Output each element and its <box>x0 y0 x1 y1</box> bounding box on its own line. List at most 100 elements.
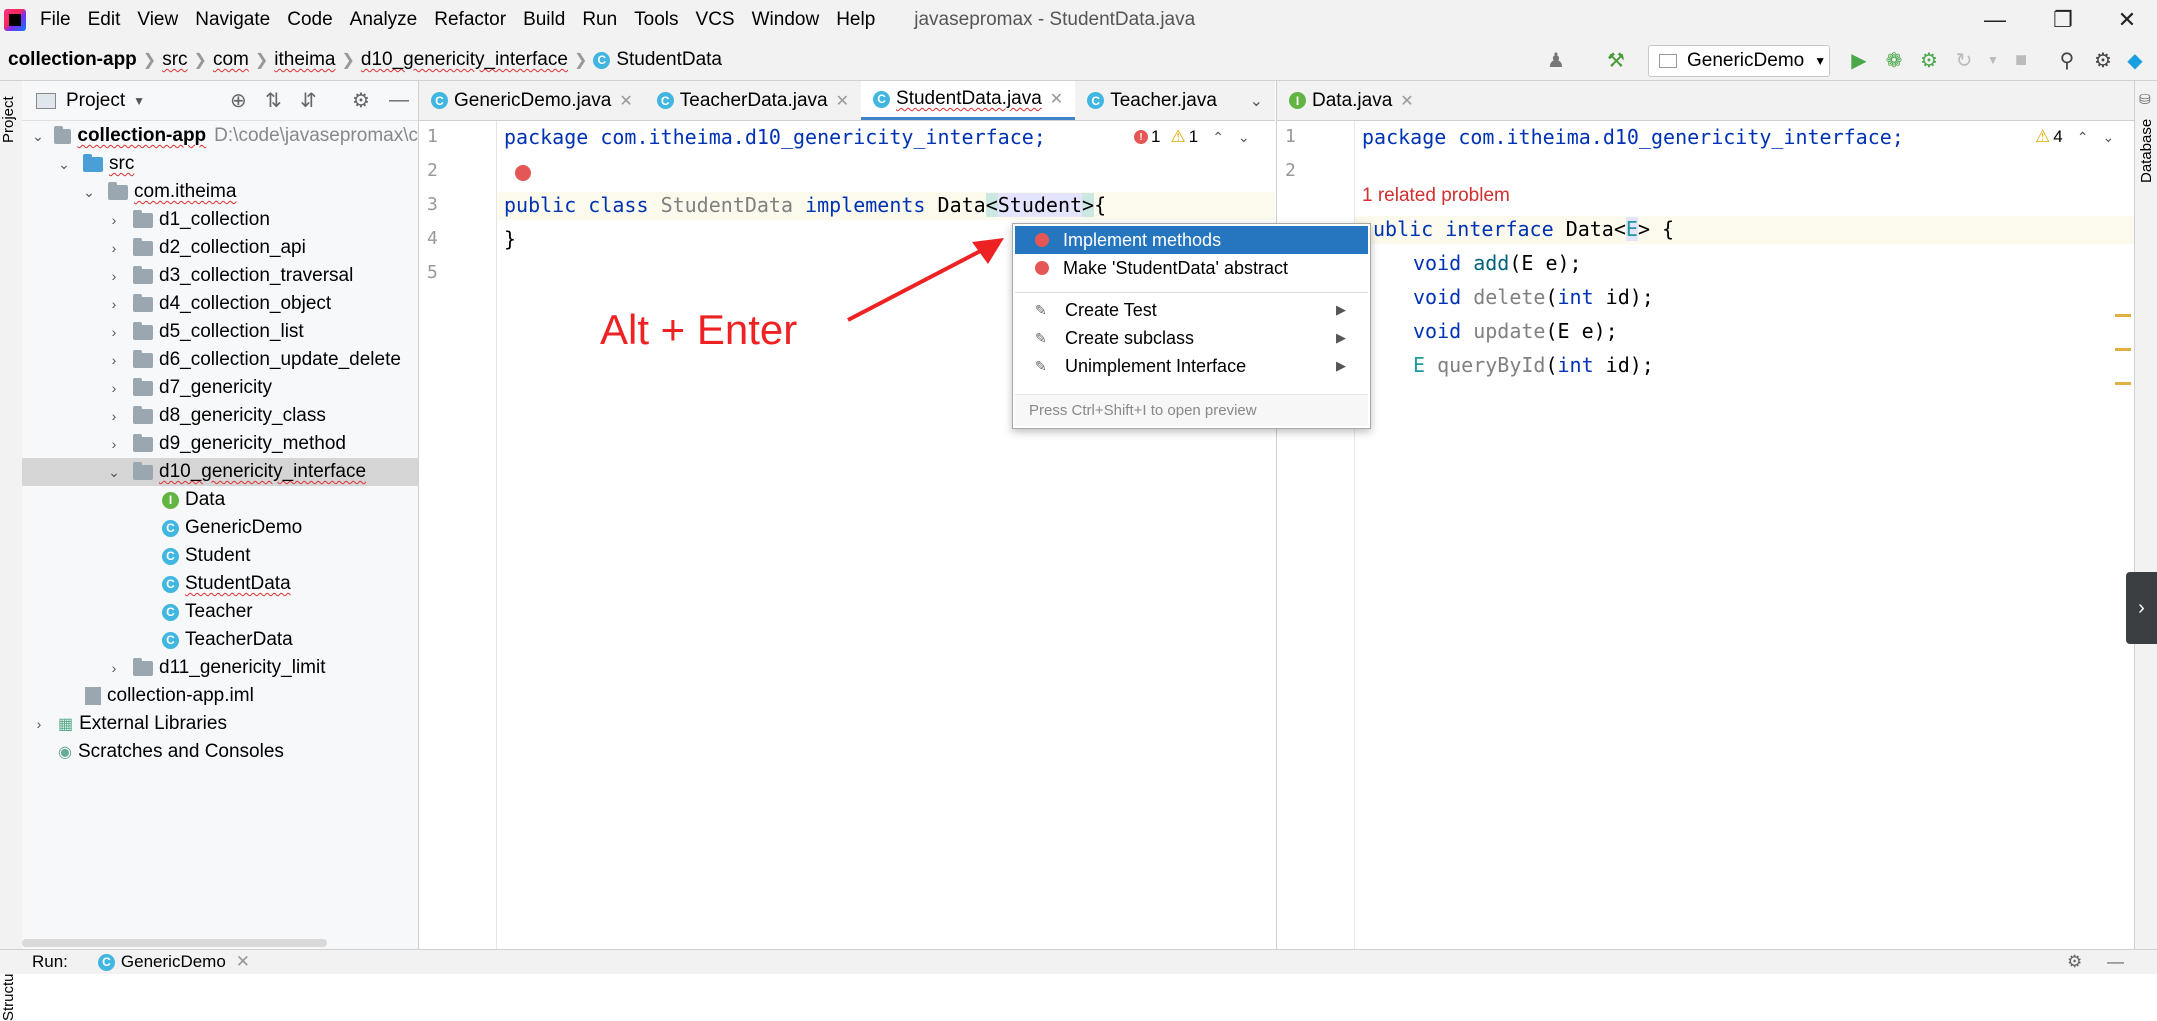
crumb-com[interactable]: com <box>213 49 249 71</box>
tree-item-iml[interactable]: collection-app.iml <box>22 682 418 710</box>
tab-data[interactable]: I Data.java ✕ <box>1277 81 1426 120</box>
chevron-down-icon[interactable]: ▼ <box>133 94 145 108</box>
tree-item-folder-selected[interactable]: ⌄ d10_genericity_interface <box>22 458 418 486</box>
menu-window[interactable]: Window <box>752 9 820 31</box>
stop-icon[interactable]: ■ <box>2010 49 2032 71</box>
menu-view[interactable]: View <box>137 9 178 31</box>
chevron-right-icon[interactable]: › <box>107 660 121 676</box>
tab-studentdata[interactable]: C StudentData.java ✕ <box>861 81 1076 120</box>
menu-run[interactable]: Run <box>582 9 617 31</box>
tab-teacher[interactable]: C Teacher.java <box>1075 81 1229 120</box>
warning-stripe[interactable] <box>2115 314 2131 317</box>
profile-icon[interactable]: ↻ <box>1953 49 1975 72</box>
tree-item-scratches[interactable]: ◉ Scratches and Consoles <box>22 738 418 766</box>
chevron-down-icon[interactable]: ▼ <box>1982 49 2004 71</box>
tree-item-file[interactable]: C TeacherData <box>22 626 418 654</box>
horizontal-scrollbar[interactable] <box>22 939 327 947</box>
tree-item-folder[interactable]: › d3_collection_traversal <box>22 262 418 290</box>
tree-item-file[interactable]: C StudentData <box>22 570 418 598</box>
menu-code[interactable]: Code <box>287 9 332 31</box>
action-create-test[interactable]: ✎ Create Test ▶ <box>1015 296 1368 324</box>
gear-icon[interactable]: ⚙ <box>2092 49 2114 72</box>
menu-navigate[interactable]: Navigate <box>195 9 270 31</box>
menu-analyze[interactable]: Analyze <box>350 9 418 31</box>
hide-icon[interactable]: — <box>389 89 409 112</box>
chevron-down-icon[interactable]: ⌄ <box>82 184 96 200</box>
project-tool-tab[interactable]: Project <box>0 96 17 143</box>
tree-item-folder[interactable]: › d11_genericity_limit <box>22 654 418 682</box>
chevron-right-icon[interactable]: › <box>107 380 121 396</box>
close-icon[interactable]: ✕ <box>619 91 632 111</box>
collapse-all-icon[interactable]: ⇵ <box>300 88 317 113</box>
tree-item-file[interactable]: I Data <box>22 486 418 514</box>
tree-item-package[interactable]: ⌄ com.itheima <box>22 178 418 206</box>
chevron-up-icon[interactable]: ⌃ <box>2077 129 2089 146</box>
menu-help[interactable]: Help <box>836 9 875 31</box>
related-problem-label[interactable]: 1 related problem <box>1362 185 1510 207</box>
chevron-down-icon[interactable]: ⌄ <box>32 128 44 144</box>
tree-item-folder[interactable]: › d4_collection_object <box>22 290 418 318</box>
tree-item-folder[interactable]: › d7_genericity <box>22 374 418 402</box>
chevron-down-icon[interactable]: ⌄ <box>1238 129 1250 146</box>
tree-item-folder[interactable]: › d2_collection_api <box>22 234 418 262</box>
editor-right[interactable]: 1 2 package com.itheima.d10_genericity_i… <box>1276 121 2134 949</box>
run-config-selector[interactable]: GenericDemo ▼ <box>1648 45 1830 77</box>
tree-item-folder[interactable]: › d6_collection_update_delete <box>22 346 418 374</box>
error-bulb-icon[interactable] <box>515 165 531 181</box>
tab-genericdemo[interactable]: C GenericDemo.java ✕ <box>419 81 645 120</box>
chevron-right-icon[interactable]: › <box>107 408 121 424</box>
chevron-right-icon[interactable]: › <box>107 268 121 284</box>
tree-item-file[interactable]: C Student <box>22 542 418 570</box>
run-icon[interactable]: ▶ <box>1848 49 1870 72</box>
action-make-abstract[interactable]: Make 'StudentData' abstract <box>1015 254 1368 282</box>
warning-stripe[interactable] <box>2115 348 2131 351</box>
crumb-itheima[interactable]: itheima <box>274 49 335 71</box>
toolbox-icon[interactable]: ◆ <box>2124 49 2146 72</box>
tree-item-root[interactable]: ⌄ collection-app D:\code\javasepromax\c <box>22 122 418 150</box>
menu-vcs[interactable]: VCS <box>696 9 735 31</box>
crumb-project[interactable]: collection-app <box>8 49 137 71</box>
chevron-up-icon[interactable]: ⌃ <box>1212 129 1224 146</box>
chevron-right-icon[interactable]: › <box>107 324 121 340</box>
tree-item-file[interactable]: C Teacher <box>22 598 418 626</box>
run-label[interactable]: Run: <box>32 952 68 972</box>
build-hammer-icon[interactable]: ⚒ <box>1605 49 1627 72</box>
chevron-down-icon[interactable]: ⌄ <box>2102 129 2114 146</box>
expand-all-icon[interactable]: ⇅ <box>265 88 282 113</box>
tree-item-folder[interactable]: › d5_collection_list <box>22 318 418 346</box>
hide-icon[interactable]: — <box>2107 952 2124 972</box>
restore-icon[interactable]: ❐ <box>2033 0 2093 40</box>
menu-refactor[interactable]: Refactor <box>434 9 506 31</box>
menu-edit[interactable]: Edit <box>88 9 121 31</box>
chevron-right-icon[interactable]: › <box>32 716 46 732</box>
crumb-src[interactable]: src <box>162 49 187 71</box>
tree-item-external-libraries[interactable]: › ▦ External Libraries <box>22 710 418 738</box>
menu-build[interactable]: Build <box>523 9 565 31</box>
chevron-right-icon[interactable]: › <box>107 212 121 228</box>
close-icon[interactable]: ✕ <box>2097 0 2157 40</box>
tab-teacherdata[interactable]: C TeacherData.java ✕ <box>645 81 861 120</box>
warning-stripe[interactable] <box>2115 382 2131 385</box>
tree-item-src[interactable]: ⌄ src <box>22 150 418 178</box>
chevron-right-icon[interactable]: › <box>107 436 121 452</box>
tree-item-file[interactable]: C GenericDemo <box>22 514 418 542</box>
project-panel-title[interactable]: Project <box>66 90 125 112</box>
close-icon[interactable]: ✕ <box>1400 91 1413 111</box>
action-implement-methods[interactable]: Implement methods <box>1015 226 1368 254</box>
minimize-icon[interactable]: — <box>1965 0 2025 40</box>
chevron-right-icon[interactable]: › <box>2126 572 2157 644</box>
chevron-down-icon[interactable]: ⌄ <box>1238 81 1275 120</box>
menu-file[interactable]: File <box>40 9 71 31</box>
crumb-package[interactable]: d10_genericity_interface <box>361 49 568 71</box>
chevron-right-icon[interactable]: › <box>107 296 121 312</box>
chevron-down-icon[interactable]: ⌄ <box>107 464 121 480</box>
search-icon[interactable]: ⚲ <box>2056 49 2078 72</box>
menu-tools[interactable]: Tools <box>634 9 678 31</box>
locate-icon[interactable]: ⊕ <box>230 88 247 113</box>
user-icon[interactable]: ♟ <box>1545 49 1567 72</box>
chevron-down-icon[interactable]: ⌄ <box>57 156 71 172</box>
crumb-class[interactable]: StudentData <box>616 49 722 71</box>
inspection-widget[interactable]: ! 1 ⚠ 1 ⌃ ⌄ <box>1134 127 1250 147</box>
inspection-widget[interactable]: ⚠ 4 ⌃ ⌄ <box>2035 127 2114 147</box>
database-icon[interactable]: ⛁ <box>2139 91 2151 108</box>
